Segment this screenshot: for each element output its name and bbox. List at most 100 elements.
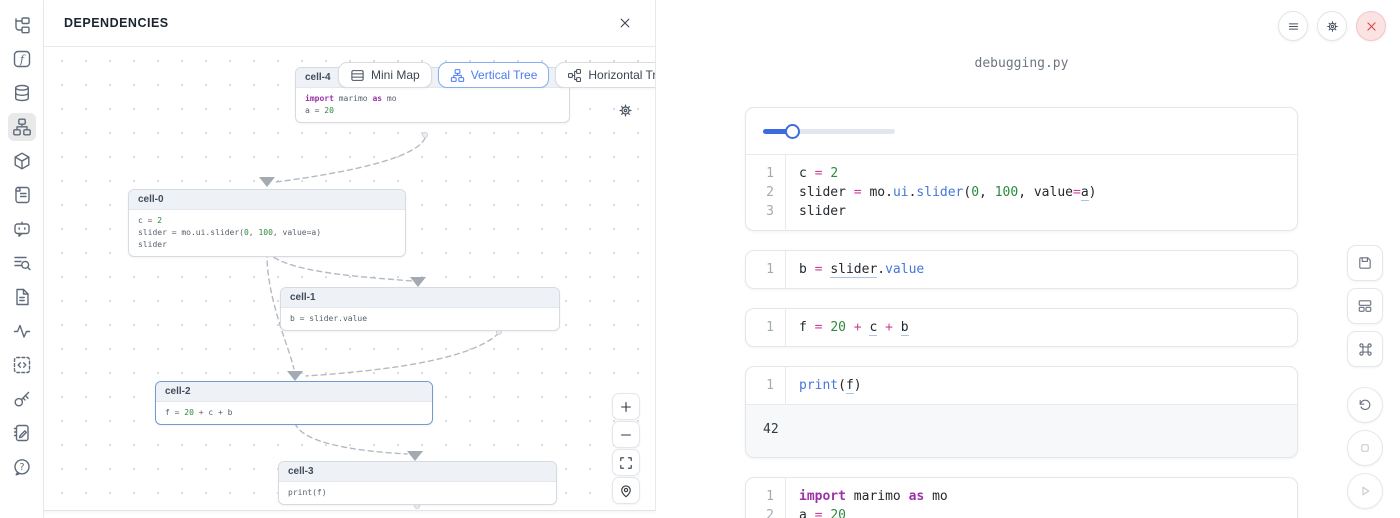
graph-fit-view-button[interactable] (612, 449, 640, 476)
package-icon (12, 151, 32, 171)
code-editor[interactable]: 1b = slider.value (746, 251, 1297, 288)
notebook-filename: debugging.py (745, 56, 1298, 71)
gear-icon (1325, 19, 1340, 34)
layout-button[interactable] (1347, 288, 1383, 324)
close-icon (1364, 19, 1379, 34)
sidebar-item-tracing[interactable] (8, 317, 36, 345)
sidebar-item-scratchpad[interactable] (8, 419, 36, 447)
save-icon (1357, 255, 1373, 271)
graph-node-cell-3[interactable]: cell-3print(f) (278, 461, 557, 505)
scroll-icon (12, 185, 32, 205)
sidebar-item-snippets[interactable] (8, 351, 36, 379)
hamburger-icon (1286, 19, 1301, 34)
sidebar-item-variables[interactable]: f (8, 45, 36, 73)
scratchpad-icon (12, 423, 32, 443)
slider-thumb[interactable] (785, 124, 800, 139)
code-lines: print(f) (786, 367, 1297, 404)
graph-center-view-button[interactable] (612, 477, 640, 504)
close-panel-button[interactable] (615, 13, 635, 33)
settings-button[interactable] (1317, 11, 1347, 41)
undo-button[interactable] (1347, 387, 1383, 423)
node-code: c = 2slider = mo.ui.slider(0, 100, value… (129, 210, 405, 256)
minus-icon (618, 427, 634, 443)
save-button[interactable] (1347, 245, 1383, 281)
line-numbers: 1 (746, 367, 786, 404)
sidebar-item-packages[interactable] (8, 147, 36, 175)
undo-icon (1357, 397, 1373, 413)
notebook-cell: 1b = slider.value (745, 250, 1298, 289)
graph-node-cell-0[interactable]: cell-0c = 2slider = mo.ui.slider(0, 100,… (128, 189, 406, 257)
dependency-graph-canvas[interactable]: cell-4import marimo as moa = 20cell-0c =… (44, 47, 655, 510)
logs-icon (12, 253, 32, 273)
shutdown-button[interactable] (1356, 11, 1386, 41)
expand-icon (618, 455, 634, 471)
mini-map-icon (350, 68, 365, 83)
snippets-icon (12, 355, 32, 375)
node-code: b = slider.value (281, 308, 559, 330)
plus-icon (618, 399, 634, 415)
code-lines: c = 2slider = mo.ui.slider(0, 100, value… (786, 155, 1297, 230)
close-icon (617, 15, 633, 31)
graph-settings-button[interactable] (615, 100, 636, 121)
sidebar-item-chat[interactable] (8, 215, 36, 243)
code-editor[interactable]: 123c = 2slider = mo.ui.slider(0, 100, va… (746, 155, 1297, 230)
graph-node-cell-1[interactable]: cell-1b = slider.value (280, 287, 560, 331)
chat-icon (12, 219, 32, 239)
node-title: cell-3 (279, 462, 556, 482)
notebook-cell: 1print(f)42 (745, 366, 1298, 458)
sidebar-item-outline[interactable] (8, 181, 36, 209)
code-lines: f = 20 + c + b (786, 309, 1297, 346)
view-vertical-tree-button[interactable]: Vertical Tree (438, 62, 550, 88)
graph-node-cell-2[interactable]: cell-2f = 20 + c + b (155, 381, 433, 425)
helper-sidebar: f? (0, 0, 44, 518)
notebook-cell: 123import marimo as moa = 20 (745, 477, 1298, 518)
notebook-cell: 1f = 20 + c + b (745, 308, 1298, 347)
right-action-rail (1347, 245, 1383, 509)
list-tree-icon (12, 15, 32, 35)
node-code: f = 20 + c + b (156, 402, 432, 424)
stop-icon (1357, 440, 1373, 456)
sidebar-item-documentation[interactable] (8, 283, 36, 311)
sidebar-item-file-explorer[interactable] (8, 11, 36, 39)
notebook-cell: 123c = 2slider = mo.ui.slider(0, 100, va… (745, 107, 1298, 231)
view-button-label: Vertical Tree (471, 68, 538, 82)
pin-icon (618, 483, 634, 499)
gear-icon (617, 102, 634, 119)
sidebar-item-dependencies[interactable] (8, 113, 36, 141)
notebook-area: debugging.py 123c = 2slider = mo.ui.slid… (656, 0, 1400, 518)
panel-title: DEPENDENCIES (64, 16, 169, 30)
code-editor[interactable]: 1f = 20 + c + b (746, 309, 1297, 346)
code-lines: import marimo as moa = 20 (786, 478, 1297, 518)
view-mini-map-button[interactable]: Mini Map (338, 62, 432, 88)
line-numbers: 1 (746, 309, 786, 346)
top-actions (1278, 11, 1386, 41)
run-button[interactable] (1347, 473, 1383, 509)
sidebar-item-help[interactable]: ? (8, 453, 36, 481)
help-icon: ? (12, 457, 32, 477)
sidebar-item-logs[interactable] (8, 249, 36, 277)
view-horizontal-tree-button[interactable]: Horizontal Tree (555, 62, 655, 88)
graph-zoom-out-button[interactable] (612, 421, 640, 448)
code-editor[interactable]: 1print(f) (746, 367, 1297, 404)
cell-output: 42 (746, 405, 1297, 457)
svg-text:f: f (18, 53, 25, 66)
code-editor[interactable]: 123import marimo as moa = 20 (746, 478, 1297, 518)
code-lines: b = slider.value (786, 251, 1297, 288)
cells-list: 123c = 2slider = mo.ui.slider(0, 100, va… (745, 107, 1298, 518)
dependencies-panel-header: DEPENDENCIES (44, 0, 655, 47)
sidebar-item-data-sources[interactable] (8, 79, 36, 107)
keyboard-shortcuts-button[interactable] (1347, 331, 1383, 367)
sidebar-item-secrets[interactable] (8, 385, 36, 413)
line-numbers: 123 (746, 155, 786, 230)
stop-button[interactable] (1347, 430, 1383, 466)
play-icon (1357, 483, 1373, 499)
graph-zoom-in-button[interactable] (612, 393, 640, 420)
tracing-icon (12, 321, 32, 341)
dependency-graph-icon (12, 117, 32, 137)
view-button-label: Mini Map (371, 68, 420, 82)
function-icon: f (12, 49, 32, 69)
vertical-tree-icon (450, 68, 465, 83)
menu-button[interactable] (1278, 11, 1308, 41)
slider-widget[interactable] (763, 123, 895, 139)
line-numbers: 1 (746, 251, 786, 288)
